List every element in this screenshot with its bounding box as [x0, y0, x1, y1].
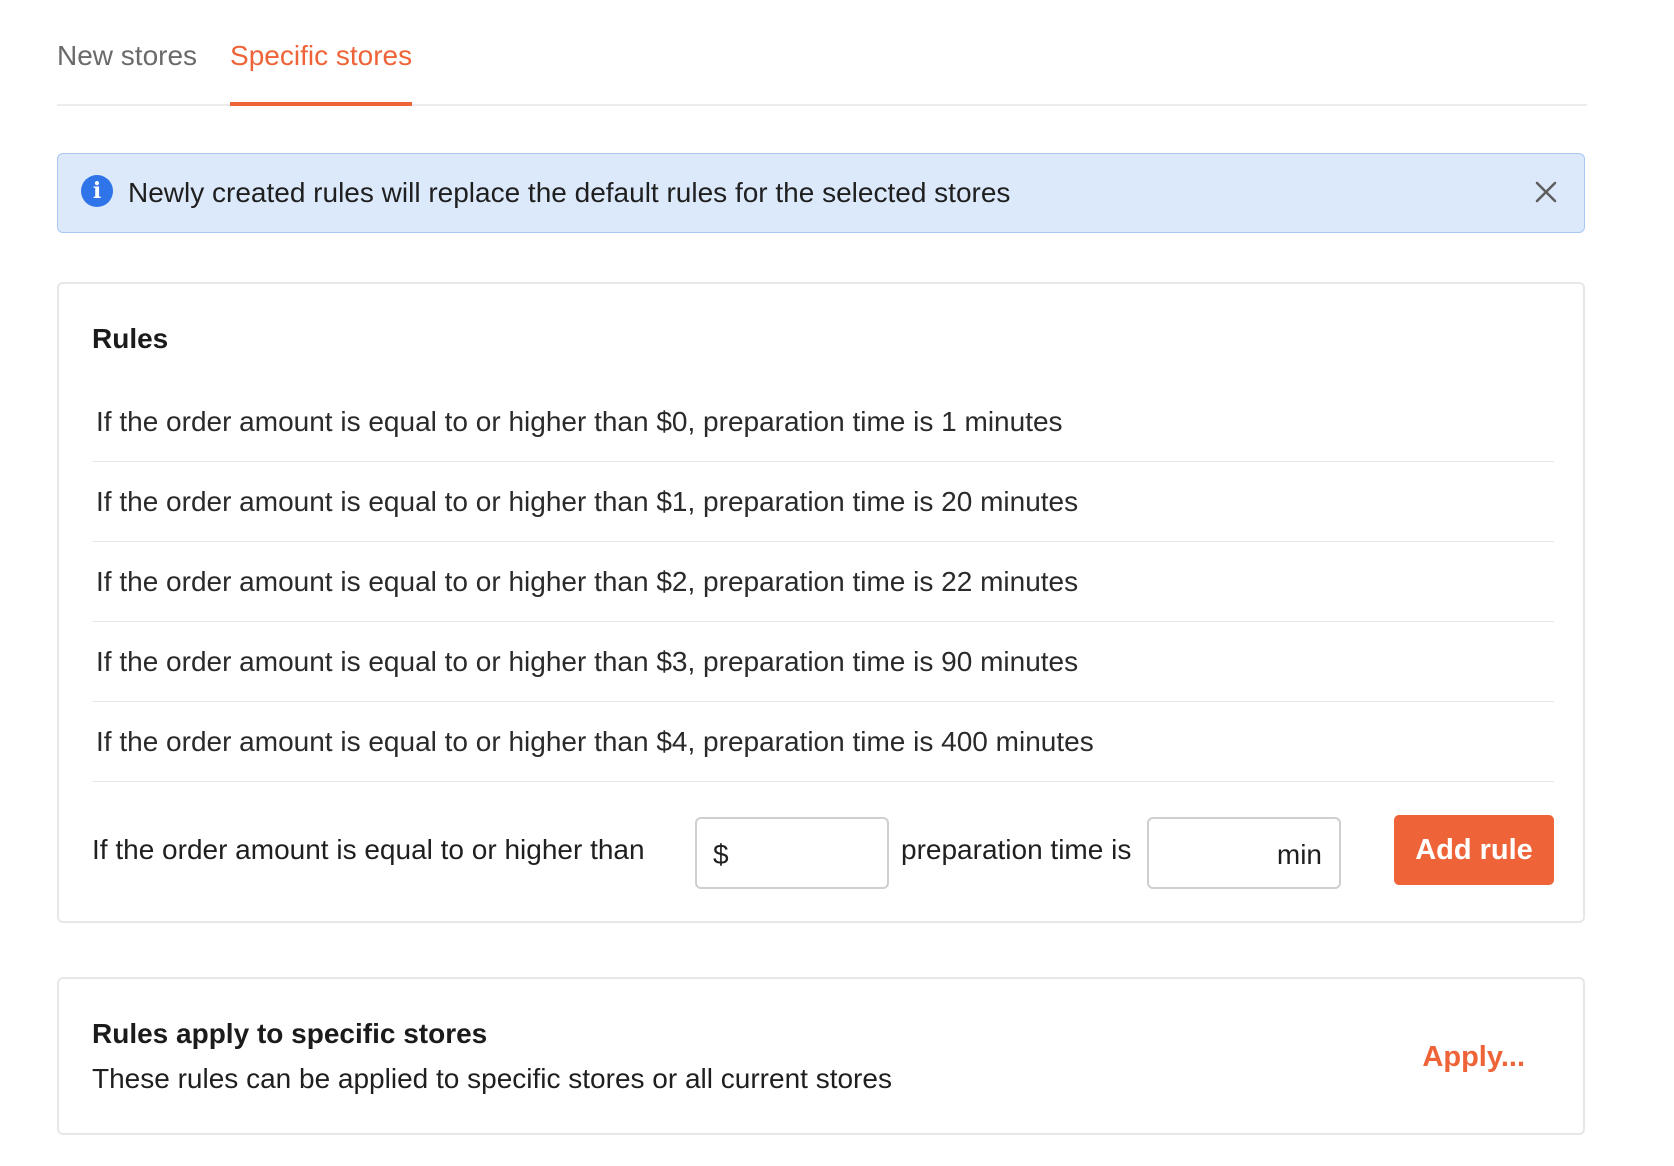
- close-icon[interactable]: [1532, 178, 1560, 206]
- dollar-prefix: $: [713, 839, 729, 870]
- rule-item: If the order amount is equal to or highe…: [92, 382, 1554, 462]
- tab-bar: New stores Specific stores: [57, 0, 1587, 106]
- rule-item: If the order amount is equal to or highe…: [92, 542, 1554, 622]
- info-alert: i Newly created rules will replace the d…: [57, 153, 1585, 233]
- rule-item: If the order amount is equal to or highe…: [92, 702, 1554, 782]
- amount-field[interactable]: $: [695, 817, 889, 889]
- add-rule-form: If the order amount is equal to or highe…: [92, 815, 1554, 889]
- rule-item: If the order amount is equal to or highe…: [92, 622, 1554, 702]
- alert-message: Newly created rules will replace the def…: [128, 177, 1011, 208]
- apply-title: Rules apply to specific stores: [92, 1018, 488, 1049]
- tab-new-stores[interactable]: New stores: [57, 0, 197, 104]
- apply-description: These rules can be applied to specific s…: [92, 1063, 892, 1094]
- time-input[interactable]: [1161, 819, 1271, 887]
- amount-label: If the order amount is equal to or highe…: [92, 834, 645, 865]
- amount-input[interactable]: [735, 819, 875, 887]
- rules-title: Rules: [92, 323, 169, 354]
- info-icon: i: [81, 175, 113, 207]
- time-label: preparation time is: [901, 834, 1132, 865]
- tab-specific-stores[interactable]: Specific stores: [230, 0, 413, 106]
- rule-item: If the order amount is equal to or highe…: [92, 462, 1554, 542]
- rules-card: Rules If the order amount is equal to or…: [57, 282, 1585, 923]
- min-suffix: min: [1276, 839, 1322, 870]
- apply-link[interactable]: Apply...: [1422, 1040, 1525, 1074]
- time-field[interactable]: min: [1147, 817, 1341, 889]
- add-rule-button[interactable]: Add rule: [1394, 815, 1554, 885]
- rules-list: If the order amount is equal to or highe…: [92, 382, 1554, 782]
- apply-card: Rules apply to specific stores These rul…: [57, 977, 1585, 1135]
- page: New stores Specific stores i Newly creat…: [57, 0, 1587, 1135]
